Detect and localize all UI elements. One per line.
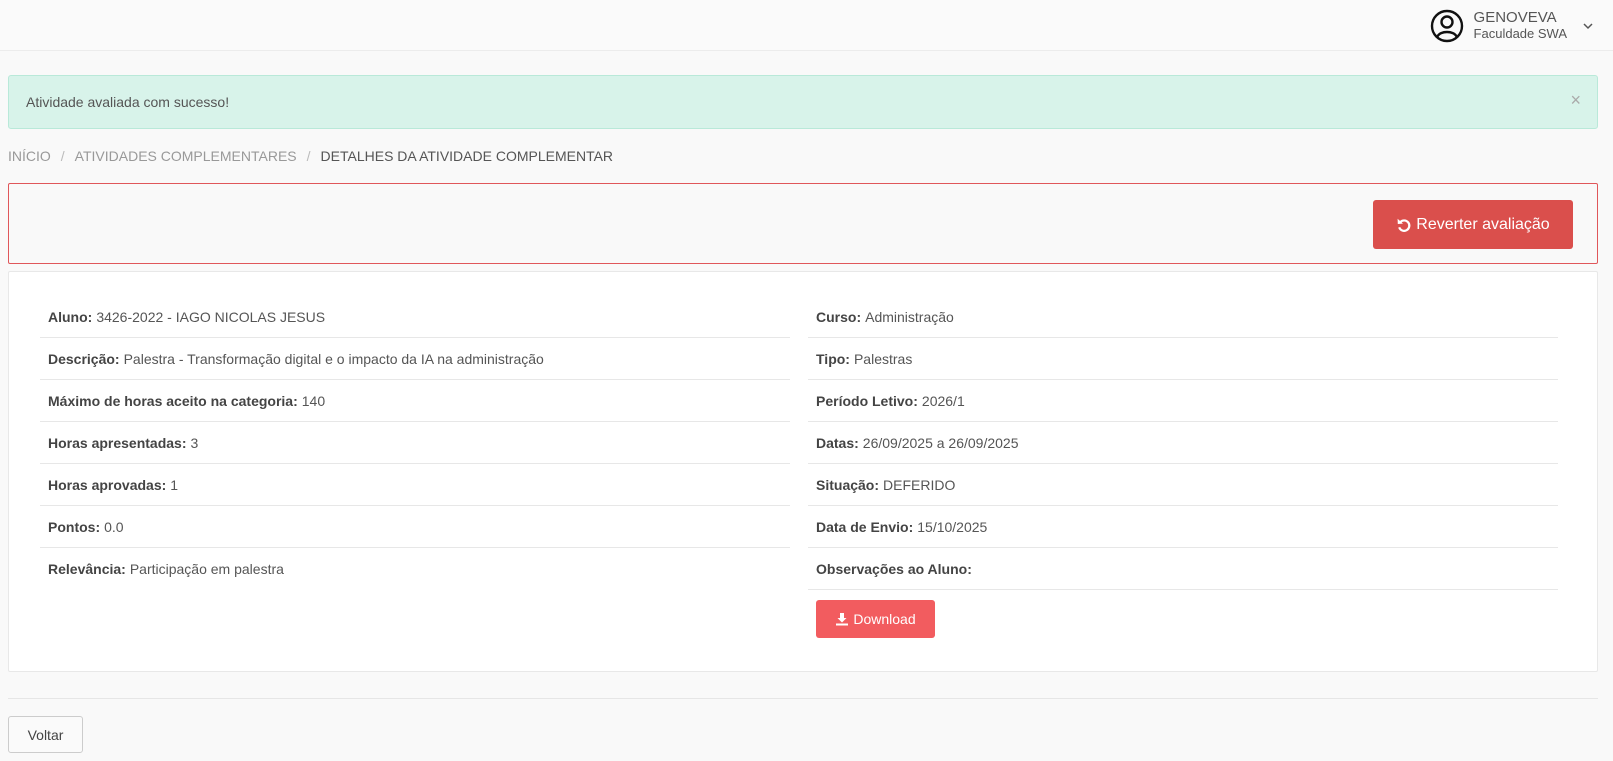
detail-value: 3 — [190, 434, 199, 451]
detail-row-datas: Datas: 26/09/2025 a 26/09/2025 — [808, 422, 1558, 464]
download-label: Download — [853, 611, 916, 627]
detail-value: 26/09/2025 a 26/09/2025 — [862, 434, 1019, 451]
detail-label: Curso: — [816, 308, 862, 325]
detail-label: Tipo: — [816, 350, 850, 367]
breadcrumb-separator: / — [60, 148, 65, 164]
revert-evaluation-button[interactable]: Reverter avaliação — [1373, 200, 1573, 249]
revert-label: Reverter avaliação — [1416, 215, 1550, 233]
detail-value: 2026/1 — [921, 392, 965, 409]
breadcrumb-activities[interactable]: ATIVIDADES COMPLEMENTARES — [75, 148, 297, 164]
detail-value: 0.0 — [104, 518, 124, 535]
detail-label: Máximo de horas aceito na categoria: — [48, 392, 298, 409]
detail-row-max-horas: Máximo de horas aceito na categoria: 140 — [40, 380, 790, 422]
detail-label: Situação: — [816, 476, 880, 493]
detail-label: Relevância: — [48, 561, 126, 577]
success-alert: Atividade avaliada com sucesso! × — [8, 75, 1598, 129]
breadcrumb-current: DETALHES DA ATIVIDADE COMPLEMENTAR — [320, 148, 614, 164]
detail-row-situacao: Situação: DEFERIDO — [808, 464, 1558, 506]
detail-value: Palestra - Transformação digital e o imp… — [123, 350, 544, 367]
top-bar: GENOVEVA Faculdade SWA — [0, 0, 1613, 51]
breadcrumb: INÍCIO / ATIVIDADES COMPLEMENTARES / DET… — [8, 148, 613, 164]
action-box: Reverter avaliação — [8, 183, 1598, 264]
breadcrumb-separator: / — [306, 148, 311, 164]
detail-label: Aluno: — [48, 308, 93, 325]
detail-value: 15/10/2025 — [917, 518, 988, 535]
detail-row-data-envio: Data de Envio: 15/10/2025 — [808, 506, 1558, 548]
download-icon — [836, 613, 849, 626]
detail-label: Data de Envio: — [816, 518, 914, 535]
detail-row-pontos: Pontos: 0.0 — [40, 506, 790, 548]
user-name: GENOVEVA — [1473, 9, 1557, 26]
detail-row-descricao: Descrição: Palestra - Transformação digit… — [40, 338, 790, 380]
detail-row-horas-apresentadas: Horas apresentadas: 3 — [40, 422, 790, 464]
detail-value: DEFERIDO — [883, 476, 956, 493]
detail-value: 3426-2022 - IAGO NICOLAS JESUS — [96, 308, 326, 325]
back-button[interactable]: Voltar — [8, 716, 83, 753]
divider — [8, 698, 1598, 699]
detail-value: 140 — [301, 392, 326, 409]
detail-label: Horas aprovadas: — [48, 476, 167, 493]
undo-icon — [1397, 218, 1411, 232]
details-left-column: Aluno: 3426-2022 - IAGO NICOLAS JESUS Des… — [40, 296, 790, 590]
detail-value: 1 — [170, 476, 179, 493]
breadcrumb-home[interactable]: INÍCIO — [8, 148, 51, 164]
detail-label: Pontos: — [48, 518, 101, 535]
user-circle-icon — [1430, 9, 1463, 43]
detail-value: Participação em palestra — [129, 561, 284, 577]
chevron-down-icon[interactable] — [1581, 19, 1595, 33]
download-button[interactable]: Download — [816, 600, 935, 638]
detail-value: Palestras — [853, 350, 913, 367]
detail-label: Datas: — [816, 434, 859, 451]
alert-message: Atividade avaliada com sucesso! — [26, 94, 230, 110]
detail-row-tipo: Tipo: Palestras — [808, 338, 1558, 380]
detail-label: Observações ao Aluno: — [816, 560, 972, 577]
detail-row-relevancia: Relevância: Participação em palestra — [40, 548, 790, 590]
close-icon[interactable]: × — [1570, 90, 1581, 111]
detail-row-observacoes: Observações ao Aluno: — [808, 548, 1558, 590]
user-names: GENOVEVA Faculdade SWA — [1474, 10, 1567, 42]
detail-row-periodo-letivo: Período Letivo: 2026/1 — [808, 380, 1558, 422]
detail-row-curso: Curso: Administração — [808, 296, 1558, 338]
detail-label: Horas apresentadas: — [48, 434, 187, 451]
user-organization: Faculdade SWA — [1473, 26, 1567, 41]
user-menu[interactable]: GENOVEVA Faculdade SWA — [1430, 6, 1595, 46]
detail-value: Administração — [865, 308, 954, 325]
download-row: Download — [808, 590, 1558, 638]
detail-row-aluno: Aluno: 3426-2022 - IAGO NICOLAS JESUS — [40, 296, 790, 338]
detail-label: Período Letivo: — [816, 392, 918, 409]
detail-row-horas-aprovadas: Horas aprovadas: 1 — [40, 464, 790, 506]
activity-details-panel: Aluno: 3426-2022 - IAGO NICOLAS JESUS Des… — [8, 271, 1598, 672]
detail-label: Descrição: — [48, 350, 120, 367]
details-right-column: Curso: Administração Tipo: Palestras Perío… — [808, 296, 1558, 638]
